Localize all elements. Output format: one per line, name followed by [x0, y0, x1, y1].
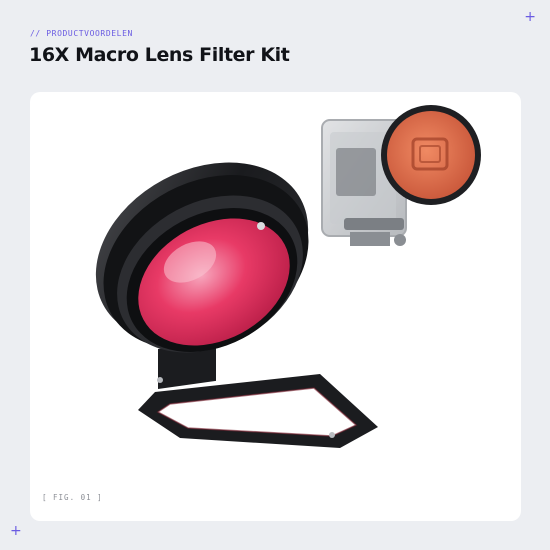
section-eyebrow: // PRODUCTVOORDELEN: [30, 29, 133, 38]
plus-icon: +: [10, 523, 22, 539]
orange-filter: [381, 105, 481, 205]
lens-bracket: [138, 340, 378, 448]
product-photo: [95, 105, 481, 448]
macro-lens: [95, 162, 309, 353]
product-image-card: [ FIG. 01 ]: [30, 92, 521, 521]
plus-icon: +: [524, 9, 536, 25]
page-title: 16X Macro Lens Filter Kit: [29, 44, 290, 66]
figure-caption: [ FIG. 01 ]: [42, 493, 103, 502]
